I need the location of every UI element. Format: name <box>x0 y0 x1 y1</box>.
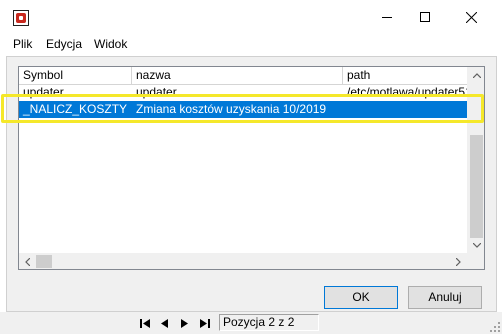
scroll-up-arrow[interactable] <box>468 67 484 84</box>
column-header-symbol[interactable]: Symbol <box>19 67 132 84</box>
ok-button[interactable]: OK <box>324 286 398 309</box>
maximize-icon <box>420 12 430 22</box>
cancel-button[interactable]: Anuluj <box>408 286 482 309</box>
menu-edycja[interactable]: Edycja <box>46 37 82 51</box>
minimize-icon <box>382 17 392 18</box>
resize-grip-icon[interactable] <box>490 322 500 332</box>
chevron-right-icon <box>456 257 461 266</box>
scroll-right-arrow[interactable] <box>450 253 467 269</box>
column-header-nazwa[interactable]: nazwa <box>132 67 343 84</box>
scroll-left-arrow[interactable] <box>19 253 36 269</box>
scrollbar-corner <box>467 253 484 269</box>
first-record-button[interactable] <box>137 316 153 330</box>
menu-widok[interactable]: Widok <box>94 37 127 51</box>
last-record-icon <box>199 318 210 328</box>
record-position: Pozycja 2 z 2 <box>219 314 319 331</box>
previous-record-button[interactable] <box>157 316 173 330</box>
next-record-icon <box>181 318 188 328</box>
menu-plik[interactable]: Plik <box>13 37 32 51</box>
row-highlight-frame <box>1 94 484 123</box>
maximize-button[interactable] <box>402 0 448 34</box>
close-icon <box>465 11 477 23</box>
title-bar <box>0 0 502 34</box>
status-bar: Pozycja 2 z 2 <box>0 312 502 334</box>
menu-bar: Plik Edycja Widok <box>0 34 502 54</box>
chevron-left-icon <box>25 257 30 266</box>
next-record-button[interactable] <box>177 316 193 330</box>
chevron-down-icon <box>472 243 481 248</box>
horizontal-scrollbar[interactable] <box>19 253 467 269</box>
scroll-down-arrow[interactable] <box>468 237 484 254</box>
column-header-path[interactable]: path <box>343 67 483 84</box>
close-button[interactable] <box>448 0 494 34</box>
first-record-icon <box>139 318 150 328</box>
chevron-up-icon <box>472 73 481 78</box>
previous-record-icon <box>161 318 168 328</box>
list-header: Symbol nazwa path <box>19 67 484 85</box>
last-record-button[interactable] <box>197 316 213 330</box>
horizontal-scroll-thumb[interactable] <box>36 255 52 268</box>
app-icon[interactable] <box>13 10 29 26</box>
vertical-scroll-thumb[interactable] <box>470 135 483 238</box>
